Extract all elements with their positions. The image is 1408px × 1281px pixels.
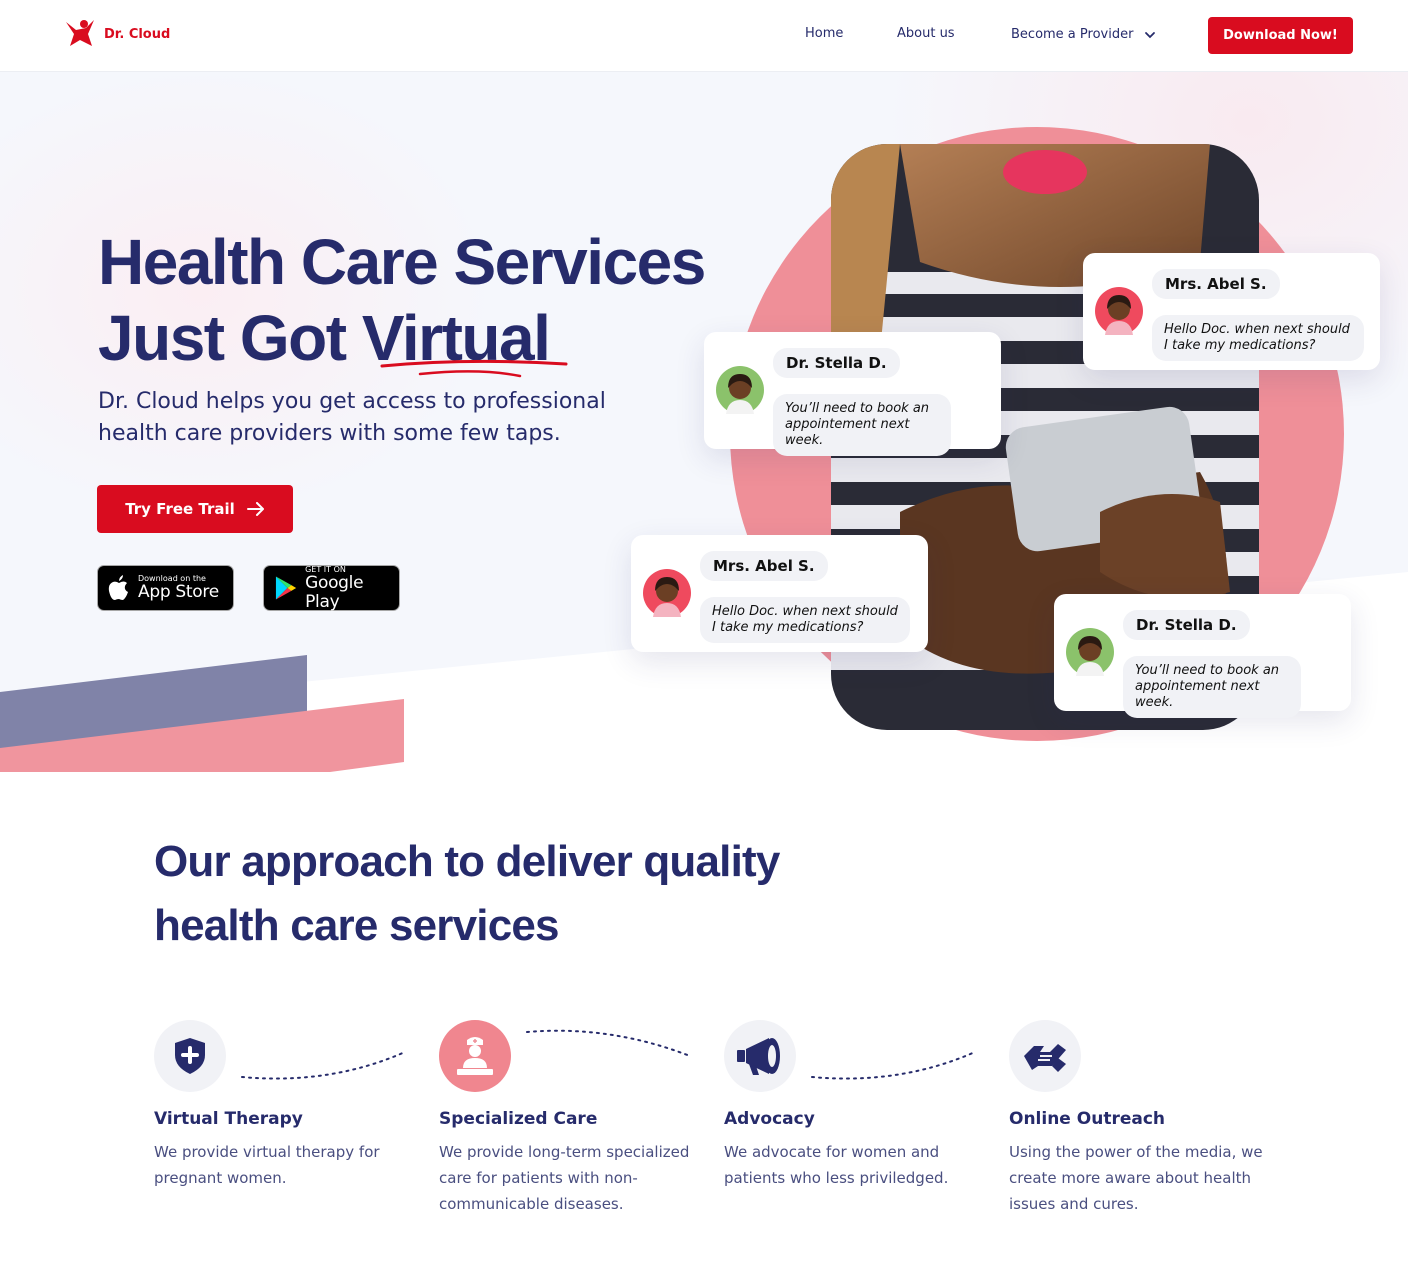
chat-message: Hello Doc. when next should I take my me… [1152,315,1364,361]
feature-virtual-therapy: Virtual Therapy We provide virtual thera… [154,1020,414,1191]
chat-card: Dr. Stella D. You’ll need to book an app… [1054,594,1351,718]
try-free-trial-label: Try Free Trail [125,500,235,518]
underline-squiggle-icon [380,359,568,378]
doctor-avatar-icon [716,366,764,414]
chat-sender-name: Dr. Stella D. [1123,610,1250,640]
arrow-right-icon [246,502,264,516]
chat-message: Hello Doc. when next should I take my me… [700,597,910,643]
feature-icon-circle [439,1020,511,1092]
feature-icon-circle [154,1020,226,1092]
feature-description: We provide long-term specialized care fo… [439,1143,690,1213]
google-play-badge[interactable]: GET IT ON Google Play [263,565,400,611]
feature-title: Advocacy [724,1109,815,1129]
logo-icon [66,20,94,46]
handshake-icon [1024,1044,1066,1072]
patient-avatar-icon [643,569,691,617]
shield-plus-icon [175,1038,205,1074]
app-store-big: App Store [138,582,219,602]
chat-sender-name: Dr. Stella D. [773,348,900,378]
brand-name: Dr. Cloud [104,26,171,42]
chat-card: Mrs. Abel S. Hello Doc. when next should… [1083,253,1380,370]
feature-specialized-care: Specialized Care We provide long-term sp… [439,1020,699,1217]
approach-heading: Our approach to deliver quality health c… [154,830,780,958]
patient-avatar-icon [1095,287,1143,335]
chat-sender-name: Mrs. Abel S. [700,551,828,581]
approach-title-line2: health care services [154,901,560,950]
feature-description: Using the power of the media, we create … [1009,1143,1263,1213]
google-play-big: Google Play [305,572,364,612]
feature-online-outreach: Online Outreach Using the power of the m… [1009,1020,1269,1217]
app-store-badge[interactable]: Download on the App Store [97,565,234,611]
chat-card: Dr. Stella D. You’ll need to book an app… [704,332,1001,456]
hero-title-line1: Health Care Services [98,226,706,298]
brand-logo[interactable]: Dr. Cloud [64,18,170,50]
nav-home-link[interactable]: Home [805,26,843,41]
hero-subtitle: Dr. Cloud helps you get access to profes… [98,389,606,446]
feature-title: Virtual Therapy [154,1109,303,1129]
feature-description: We advocate for women and patients who l… [724,1143,949,1187]
nurse-icon [457,1037,493,1075]
chat-message: You’ll need to book an appointement next… [773,394,951,456]
hero-heading: Health Care Services Just Got Virtual [98,224,706,376]
feature-advocacy: Advocacy We advocate for women and patie… [724,1020,984,1191]
chevron-down-icon [1145,32,1156,39]
chat-sender-name: Mrs. Abel S. [1152,269,1280,299]
chat-message: You’ll need to book an appointement next… [1123,656,1301,718]
try-free-trial-button[interactable]: Try Free Trail [97,485,293,533]
hero-section: Health Care Services Just Got Virtual Dr… [0,72,1408,772]
feature-description: We provide virtual therapy for pregnant … [154,1143,380,1187]
feature-title: Online Outreach [1009,1109,1166,1129]
app-store-text: Download on the App Store [138,574,219,602]
apple-icon [108,575,128,600]
nav-provider-label: Become a Provider [1011,26,1134,42]
megaphone-icon [737,1038,780,1075]
download-now-button[interactable]: Download Now! [1208,17,1353,54]
feature-icon-circle [1009,1020,1081,1092]
google-play-icon [275,576,297,600]
top-navbar: Dr. Cloud Home About us Become a Provide… [0,0,1408,72]
feature-icon-circle [724,1020,796,1092]
doctor-avatar-icon [1066,628,1114,676]
google-play-text: GET IT ON Google Play [305,565,399,612]
nav-about-link[interactable]: About us [897,26,955,41]
nav-provider-dropdown[interactable]: Become a Provider [1011,26,1157,42]
approach-title-line1: Our approach to deliver quality [154,837,780,886]
chat-card: Mrs. Abel S. Hello Doc. when next should… [631,535,928,652]
feature-title: Specialized Care [439,1109,598,1129]
